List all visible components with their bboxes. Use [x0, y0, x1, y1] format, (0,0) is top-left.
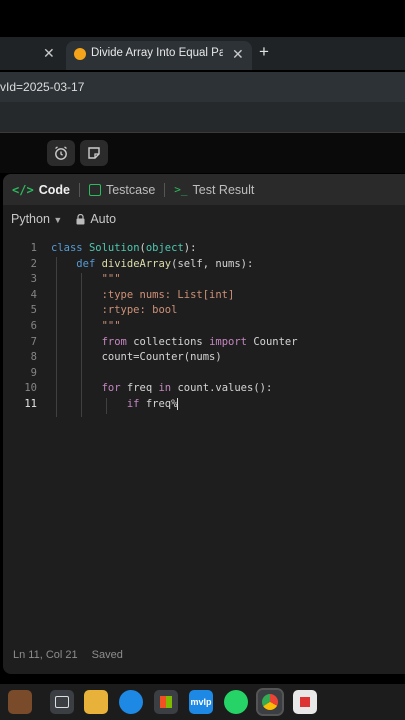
language-label: Python — [11, 212, 50, 226]
line-number: 1 — [30, 242, 37, 254]
snipping-tool-icon[interactable] — [293, 690, 317, 714]
edge-browser-icon[interactable] — [119, 690, 143, 714]
tab-testcase-label: Testcase — [105, 182, 156, 197]
text-cursor — [177, 398, 179, 410]
line-number: 6 — [30, 320, 37, 332]
tab-test-result-label: Test Result — [192, 182, 255, 197]
line-number: 9 — [30, 366, 37, 379]
saved-status: Saved — [91, 649, 123, 661]
alarm-clock-icon — [55, 146, 67, 160]
tab-code[interactable]: </> Code — [3, 183, 79, 197]
editor-options-row: Python ▼ Auto — [3, 205, 405, 233]
line-number: 8 — [30, 351, 37, 364]
code-line: count=Counter(nums) — [51, 351, 222, 364]
line-number: 10 — [24, 382, 37, 395]
status-bar: Ln 11, Col 21 Saved — [13, 649, 123, 661]
timer-button[interactable] — [47, 140, 75, 166]
chrome-icon[interactable] — [256, 688, 284, 716]
code-line: def divideArray(self, nums): — [76, 257, 254, 270]
code-editor[interactable]: 1 2 3 4 5 6 7 8 9 10 11 class Solution(o… — [3, 238, 405, 618]
code-line: """ — [101, 273, 121, 286]
tab-test-result[interactable]: >_ Test Result — [165, 183, 263, 197]
line-number: 2 — [30, 257, 37, 270]
line-number: 3 — [30, 273, 37, 286]
task-view-icon[interactable] — [50, 690, 74, 714]
code-line-active: if freq% — [126, 398, 179, 410]
auto-toggle[interactable]: Auto — [76, 212, 116, 226]
code-line: from collections import Counter — [101, 335, 298, 348]
leetcode-favicon-icon — [74, 48, 86, 60]
line-number: 5 — [30, 304, 37, 317]
cursor-position: Ln 11, Col 21 — [13, 649, 78, 661]
code-line: for freq in count.values(): — [101, 382, 273, 395]
whatsapp-icon[interactable] — [224, 690, 248, 714]
terminal-icon: >_ — [174, 183, 188, 196]
tab-testcase[interactable]: Testcase — [80, 183, 164, 197]
lock-icon — [76, 213, 85, 224]
note-icon — [88, 147, 100, 159]
address-bar[interactable]: vId=2025-03-17 — [0, 72, 405, 102]
line-number-active: 11 — [24, 398, 37, 410]
app-top-bar — [0, 133, 405, 173]
checkbox-icon — [88, 183, 101, 196]
mvlp-app-icon[interactable]: mvlp — [189, 690, 213, 714]
panel-tabs: </> Code Testcase >_ Test Result — [3, 174, 405, 205]
widgets-icon[interactable] — [8, 690, 32, 714]
tab-code-label: Code — [38, 182, 70, 197]
auto-label: Auto — [90, 212, 117, 226]
code-line: """ — [101, 320, 121, 332]
new-tab-button[interactable]: + — [259, 42, 269, 62]
browser-tab-active[interactable]: Divide Array Into Equal Pairs - L ✕ — [66, 41, 252, 70]
taskbar: mvlp — [0, 684, 405, 720]
code-line: class Solution(object): — [51, 242, 197, 254]
line-number: 7 — [30, 335, 37, 348]
code-panel: </> Code Testcase >_ Test Result Python … — [3, 174, 405, 674]
chevron-down-icon: ▼ — [53, 215, 63, 225]
code-line: :type nums: List[int] — [101, 288, 235, 301]
code-brackets-icon: </> — [12, 182, 34, 197]
notes-button[interactable] — [80, 140, 108, 166]
mvlp-label: mvlp — [190, 697, 212, 707]
inactive-tab-close-icon[interactable]: ✕ — [43, 45, 55, 62]
tab-title: Divide Array Into Equal Pairs - L — [91, 47, 223, 59]
active-tab-close-icon[interactable]: ✕ — [232, 46, 244, 63]
page-toolbar — [0, 102, 405, 133]
line-number: 4 — [30, 288, 37, 301]
address-text: vId=2025-03-17 — [0, 80, 85, 94]
store-icon[interactable] — [154, 690, 178, 714]
file-explorer-icon[interactable] — [84, 690, 108, 714]
language-select[interactable]: Python ▼ — [11, 212, 62, 226]
code-line: :rtype: bool — [101, 304, 178, 317]
